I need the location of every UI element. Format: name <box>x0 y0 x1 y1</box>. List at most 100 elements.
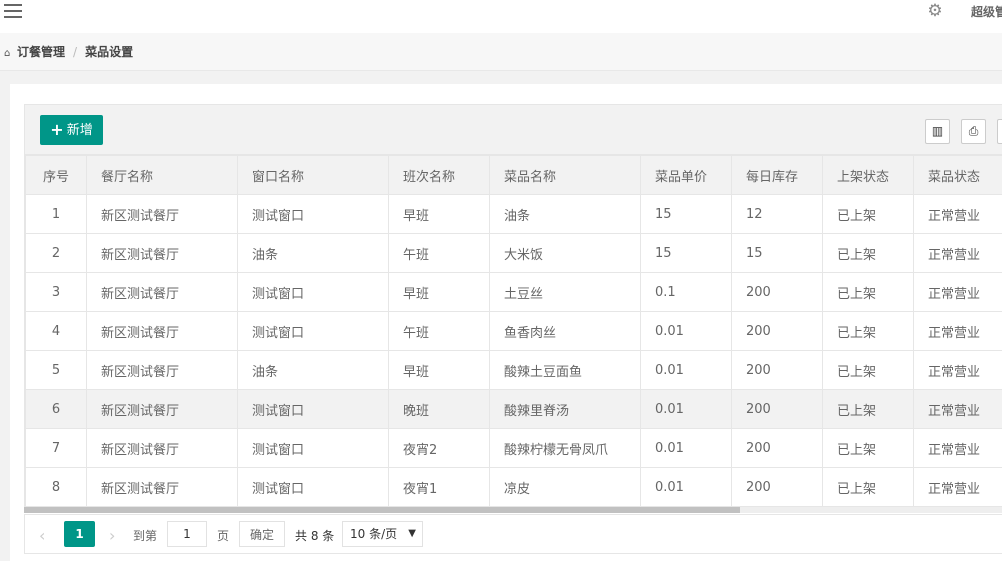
table-cell: 鱼香肉丝 <box>489 311 641 351</box>
table-cell: 已上架 <box>822 194 914 234</box>
table-cell: 0.01 <box>640 428 732 468</box>
table-row[interactable]: 3 新区测试餐厅 测试窗口 早班 土豆丝 0.1 200 已上架 正常营业 <box>25 272 1002 312</box>
table-cell: 0.01 <box>640 311 732 351</box>
table-cell: 8 <box>25 467 87 507</box>
column-header: 菜品状态 <box>913 155 1002 195</box>
caret-down-icon: ▼ <box>408 528 416 539</box>
page-unit-label: 页 <box>217 529 230 543</box>
table-cell: 3 <box>25 272 87 312</box>
table-cell: 正常营业 <box>913 311 1002 351</box>
confirm-button[interactable]: 确定 <box>239 521 285 547</box>
table-cell: 15 <box>640 233 732 273</box>
goto-label: 到第 <box>133 529 158 543</box>
table-cell: 酸辣里脊汤 <box>489 389 641 429</box>
scrollbar-thumb[interactable] <box>24 507 740 513</box>
column-header: 菜品名称 <box>489 155 641 195</box>
page-size-select[interactable]: 10 条/页 ▼ <box>342 521 423 547</box>
column-header: 上架状态 <box>822 155 914 195</box>
table-row[interactable]: 2 新区测试餐厅 油条 午班 大米饭 15 15 已上架 正常营业 <box>25 233 1002 273</box>
table-cell: 正常营业 <box>913 194 1002 234</box>
table-cell: 新区测试餐厅 <box>86 389 238 429</box>
table-cell: 正常营业 <box>913 467 1002 507</box>
table-cell: 200 <box>731 350 823 390</box>
columns-icon[interactable]: ▥ <box>925 119 950 144</box>
table-cell: 油条 <box>489 194 641 234</box>
column-header: 窗口名称 <box>237 155 389 195</box>
table-cell: 夜宵1 <box>388 467 490 507</box>
table-header-row: 序号 餐厅名称 窗口名称 班次名称 菜品名称 菜品单价 每日库存 上架状态 菜品状态 <box>25 155 1002 195</box>
table-cell: 15 <box>731 233 823 273</box>
table-cell: 测试窗口 <box>237 311 389 351</box>
table-cell: 1 <box>25 194 87 234</box>
table-cell: 15 <box>640 194 732 234</box>
table-cell: 0.01 <box>640 467 732 507</box>
table-row[interactable]: 8 新区测试餐厅 测试窗口 夜宵1 凉皮 0.01 200 已上架 正常营业 <box>25 467 1002 507</box>
table-cell: 2 <box>25 233 87 273</box>
table-cell: 已上架 <box>822 311 914 351</box>
table-cell: 午班 <box>388 233 490 273</box>
gear-icon[interactable]: ⚙ <box>926 2 944 20</box>
column-header: 每日库存 <box>731 155 823 195</box>
table-row[interactable]: 6 新区测试餐厅 测试窗口 晚班 酸辣里脊汤 0.01 200 已上架 正常营业 <box>25 389 1002 429</box>
menu-toggle-icon[interactable] <box>4 4 22 18</box>
column-header: 班次名称 <box>388 155 490 195</box>
horizontal-scrollbar[interactable] <box>24 507 1002 513</box>
table-cell: 凉皮 <box>489 467 641 507</box>
page-size-value: 10 条/页 <box>350 527 398 541</box>
table-cell: 早班 <box>388 272 490 312</box>
table-cell: 油条 <box>237 350 389 390</box>
prev-page-icon[interactable]: ‹ <box>39 526 45 545</box>
pagination: ‹ 1 › 到第 页 确定 共 8 条 10 条/页 ▼ <box>24 514 1002 554</box>
table-cell: 新区测试餐厅 <box>86 350 238 390</box>
table-cell: 7 <box>25 428 87 468</box>
export-icon[interactable] <box>997 119 1002 144</box>
table-cell: 正常营业 <box>913 272 1002 312</box>
table-cell: 已上架 <box>822 428 914 468</box>
table-cell: 夜宵2 <box>388 428 490 468</box>
table-cell: 正常营业 <box>913 350 1002 390</box>
goto-page-input[interactable] <box>167 521 207 547</box>
table-cell: 酸辣柠檬无骨凤爪 <box>489 428 641 468</box>
table-cell: 已上架 <box>822 272 914 312</box>
table-cell: 12 <box>731 194 823 234</box>
table-cell: 大米饭 <box>489 233 641 273</box>
home-icon: ⌂ <box>4 48 11 59</box>
table-cell: 已上架 <box>822 467 914 507</box>
column-header: 餐厅名称 <box>86 155 238 195</box>
next-page-icon[interactable]: › <box>109 526 115 545</box>
table-cell: 200 <box>731 389 823 429</box>
table-cell: 午班 <box>388 311 490 351</box>
table-cell: 油条 <box>237 233 389 273</box>
table-cell: 测试窗口 <box>237 194 389 234</box>
top-bar: ⚙ 超级管理员 <box>0 0 1002 33</box>
add-button-label: 新增 <box>66 123 93 138</box>
admin-username[interactable]: 超级管理员 <box>971 3 1002 20</box>
breadcrumb-item-order-management[interactable]: 订餐管理 <box>17 45 65 59</box>
breadcrumb-separator: / <box>73 45 78 59</box>
table-cell: 200 <box>731 272 823 312</box>
table-cell: 4 <box>25 311 87 351</box>
plus-icon: + <box>50 120 64 139</box>
table-cell: 酸辣土豆面鱼 <box>489 350 641 390</box>
table-body: 1 新区测试餐厅 测试窗口 早班 油条 15 12 已上架 正常营业 2 新区测试餐厅 油条 午班 大米饭… <box>25 194 1002 507</box>
table-cell: 0.01 <box>640 350 732 390</box>
table-cell: 新区测试餐厅 <box>86 467 238 507</box>
table-row[interactable]: 7 新区测试餐厅 测试窗口 夜宵2 酸辣柠檬无骨凤爪 0.01 200 已上架 正常营业 <box>25 428 1002 468</box>
table-cell: 测试窗口 <box>237 272 389 312</box>
table-row[interactable]: 1 新区测试餐厅 测试窗口 早班 油条 15 12 已上架 正常营业 <box>25 194 1002 234</box>
add-button[interactable]: + 新增 <box>40 115 103 145</box>
table-cell: 正常营业 <box>913 389 1002 429</box>
table-cell: 正常营业 <box>913 233 1002 273</box>
table-cell: 测试窗口 <box>237 428 389 468</box>
table-cell: 新区测试餐厅 <box>86 194 238 234</box>
table-row[interactable]: 5 新区测试餐厅 油条 早班 酸辣土豆面鱼 0.01 200 已上架 正常营业 <box>25 350 1002 390</box>
table-cell: 早班 <box>388 194 490 234</box>
print-icon[interactable]: ⎙ <box>961 119 986 144</box>
table-row[interactable]: 4 新区测试餐厅 测试窗口 午班 鱼香肉丝 0.01 200 已上架 正常营业 <box>25 311 1002 351</box>
table-cell: 200 <box>731 467 823 507</box>
table-cell: 5 <box>25 350 87 390</box>
table-toolbar: + 新增 ▥ ⎙ <box>24 104 1002 155</box>
page-button-current[interactable]: 1 <box>64 521 95 547</box>
breadcrumb-item-dish-settings: 菜品设置 <box>85 45 134 59</box>
table-cell: 新区测试餐厅 <box>86 233 238 273</box>
